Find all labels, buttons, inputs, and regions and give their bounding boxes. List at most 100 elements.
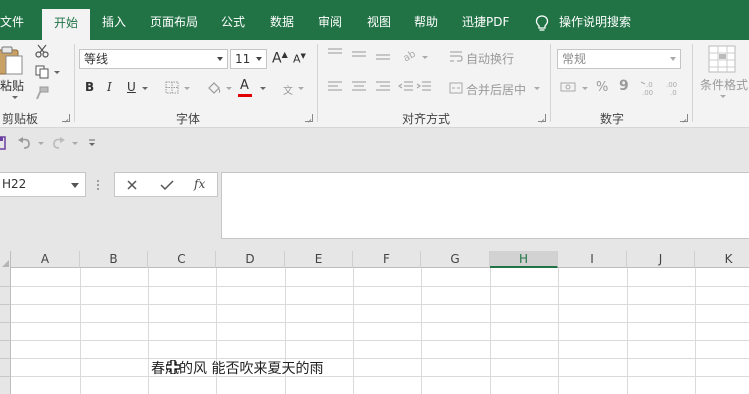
splitter-dots-icon[interactable] [96, 178, 100, 192]
insert-function-button[interactable]: fx [194, 177, 205, 191]
select-all-button[interactable] [0, 251, 11, 268]
font-size-combo[interactable]: 11 [230, 49, 267, 69]
phonetic-guide-label: 文 [283, 86, 293, 97]
indent-icons[interactable] [398, 80, 434, 94]
redo-icon[interactable] [50, 136, 66, 150]
clipboard-group-label: 剪贴板 [2, 112, 39, 126]
percent-style-button[interactable]: % [596, 80, 608, 95]
column-header-j[interactable]: J [627, 251, 695, 268]
group-divider [692, 44, 693, 122]
conditional-format-button[interactable]: 条件格式 [700, 76, 748, 93]
phonetic-guide-button[interactable]: 文 [283, 82, 293, 97]
shrink-font-button[interactable]: A▼ [293, 52, 306, 66]
font-name-value: 等线 [84, 52, 109, 66]
number-format-combo[interactable]: 常规 [557, 49, 681, 69]
column-header-k[interactable]: K [695, 251, 749, 268]
font-launcher-icon[interactable] [305, 114, 313, 122]
column-header-c[interactable]: C [148, 251, 216, 268]
borders-dropdown-icon[interactable] [184, 87, 190, 90]
fill-color-dropdown-icon[interactable] [226, 87, 232, 90]
orientation-dropdown-icon[interactable] [422, 56, 428, 59]
formula-bar-area: H22 fx [0, 158, 749, 251]
merge-dropdown-icon[interactable] [534, 87, 540, 90]
column-header-h[interactable]: H [490, 251, 558, 268]
tab-page-layout[interactable]: 页面布局 [150, 0, 198, 40]
ribbon-tab-bar: 文件 开始 插入 页面布局 公式 数据 审阅 视图 帮助 迅捷PDF 操作说明搜… [0, 0, 749, 40]
gridline [627, 268, 628, 394]
grow-font-button[interactable]: A▲ [272, 50, 288, 67]
underline-dropdown-icon[interactable] [142, 87, 148, 90]
save-icon[interactable] [0, 136, 6, 150]
wrap-text-icon[interactable] [449, 50, 463, 64]
wrap-text-button[interactable]: 自动换行 [466, 50, 514, 67]
tab-view[interactable]: 视图 [367, 0, 391, 40]
cut-icon[interactable] [35, 44, 49, 58]
font-name-combo[interactable]: 等线 [79, 49, 228, 69]
increase-decimal-icon[interactable]: .0 .00 [640, 79, 662, 97]
column-header-e[interactable]: E [285, 251, 353, 268]
worksheet-grid[interactable]: A B C D E F G H I J K 春风的风 能否吹来夏天的雨 [0, 251, 749, 394]
tab-review[interactable]: 审阅 [318, 0, 342, 40]
clipboard-launcher-icon[interactable] [62, 114, 70, 122]
column-header-g[interactable]: G [421, 251, 490, 268]
column-header-i[interactable]: I [558, 251, 627, 268]
tab-formulas[interactable]: 公式 [221, 0, 245, 40]
accounting-dropdown-icon[interactable] [582, 87, 588, 90]
tab-insert[interactable]: 插入 [102, 0, 126, 40]
conditional-format-icon[interactable] [707, 44, 737, 74]
gridline [11, 304, 749, 305]
name-box[interactable]: H22 [0, 172, 86, 197]
tab-home[interactable]: 开始 [42, 9, 91, 40]
tab-help[interactable]: 帮助 [414, 0, 438, 40]
bold-button[interactable]: B [85, 80, 94, 94]
tab-data[interactable]: 数据 [270, 0, 294, 40]
column-header-d[interactable]: D [216, 251, 285, 268]
decrease-decimal-icon[interactable]: .00 .0 [664, 79, 686, 97]
paste-icon[interactable] [0, 46, 24, 76]
column-header-row: A B C D E F G H I J K [0, 251, 749, 268]
comma-style-button[interactable]: 9 [619, 78, 629, 94]
svg-text:.00: .00 [666, 81, 677, 89]
enter-check-icon[interactable] [160, 179, 174, 191]
undo-dropdown-icon[interactable] [38, 142, 44, 145]
gridline [11, 340, 749, 341]
paste-dropdown-icon[interactable] [12, 96, 18, 99]
svg-text:.0: .0 [646, 81, 653, 89]
customize-qat-icon[interactable] [87, 138, 97, 148]
number-group-label: 数字 [600, 112, 625, 126]
conditional-format-dropdown-icon[interactable] [720, 95, 726, 98]
cancel-icon[interactable] [126, 179, 138, 191]
phonetic-dropdown-icon[interactable] [298, 87, 304, 90]
alignment-launcher-icon[interactable] [538, 114, 546, 122]
accounting-format-icon[interactable] [560, 80, 578, 94]
underline-button[interactable]: U [127, 80, 136, 94]
font-color-dropdown-icon[interactable] [260, 87, 266, 90]
number-format-value: 常规 [562, 52, 587, 66]
tab-xunjie-pdf[interactable]: 迅捷PDF [462, 0, 509, 40]
tell-me-search[interactable]: 操作说明搜索 [559, 0, 631, 40]
gridline [490, 268, 491, 394]
font-color-button[interactable]: A [240, 78, 249, 93]
formula-input[interactable] [221, 172, 749, 239]
borders-icon[interactable] [165, 81, 179, 94]
group-divider [550, 44, 551, 122]
column-header-a[interactable]: A [11, 251, 80, 268]
merge-center-icon[interactable] [449, 81, 463, 95]
redo-dropdown-icon[interactable] [72, 142, 78, 145]
merge-center-button[interactable]: 合并后居中 [466, 81, 526, 98]
undo-icon[interactable] [17, 136, 33, 150]
fill-color-icon[interactable] [206, 80, 222, 96]
paste-label[interactable]: 粘贴 [0, 77, 24, 94]
row-divider [0, 340, 11, 341]
tab-file[interactable]: 文件 [0, 0, 24, 40]
orientation-icon[interactable]: ab [401, 46, 421, 62]
number-launcher-icon[interactable] [680, 114, 688, 122]
chevron-down-icon [670, 57, 676, 61]
gridline [558, 268, 559, 394]
column-header-b[interactable]: B [80, 251, 148, 268]
format-painter-icon[interactable] [35, 86, 49, 100]
italic-button[interactable]: I [107, 80, 112, 94]
copy-icon[interactable] [35, 65, 49, 79]
copy-dropdown-icon[interactable] [54, 71, 60, 74]
column-header-f[interactable]: F [353, 251, 421, 268]
